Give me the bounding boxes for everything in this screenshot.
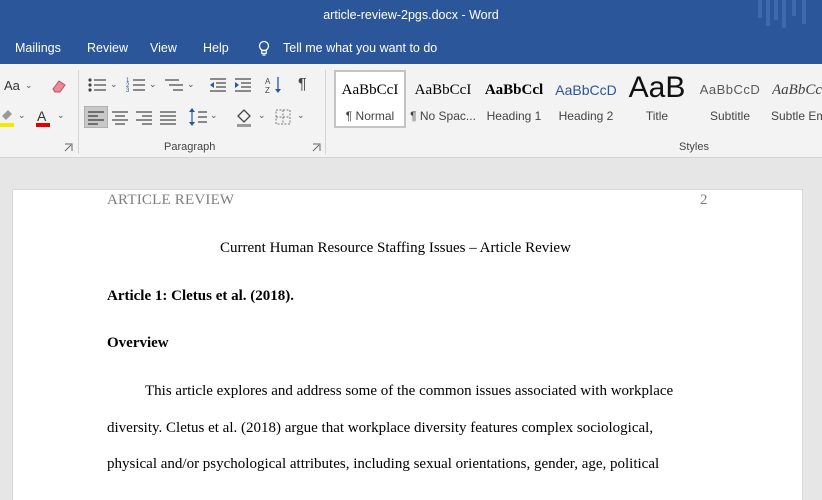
svg-text:Z: Z <box>265 86 270 95</box>
align-center-icon[interactable] <box>110 106 130 128</box>
bullets-icon[interactable] <box>86 76 108 94</box>
justify-icon[interactable] <box>158 106 178 128</box>
style-name: Subtle Em <box>771 109 822 123</box>
style-name: Subtitle <box>709 109 751 123</box>
svg-text:3: 3 <box>126 88 130 94</box>
style-sample: AaBbCcD <box>555 82 617 98</box>
article-heading[interactable]: Article 1: Cletus et al. (2018). <box>107 288 294 305</box>
title-bar: article-review-2pgs.docx - Word <box>0 0 822 32</box>
tab-review[interactable]: Review <box>87 41 128 55</box>
decrease-indent-icon[interactable] <box>208 76 228 94</box>
numbering-icon[interactable]: 123 <box>125 76 147 94</box>
align-right-icon[interactable] <box>134 106 154 128</box>
paragraph-group-label: Paragraph <box>164 141 216 153</box>
style-name: Title <box>645 109 669 123</box>
align-left-icon[interactable] <box>84 106 108 128</box>
style-heading-1[interactable]: AaBbCcl Heading 1 <box>481 70 547 128</box>
chevron-down-icon[interactable]: ⌄ <box>297 110 305 121</box>
font-dialog-launcher-icon[interactable] <box>64 143 73 152</box>
style-name: Heading 2 <box>558 109 614 123</box>
ribbon-tabs: Mailings Review View Help Tell me what y… <box>0 32 822 64</box>
font-color-icon[interactable]: A <box>34 108 52 128</box>
show-formatting-marks-icon[interactable]: ¶ <box>298 76 307 94</box>
body-line[interactable]: physical and/or psychological attributes… <box>107 456 659 473</box>
style-subtitle[interactable]: AaBbCcD Subtitle <box>697 70 763 128</box>
increase-indent-icon[interactable] <box>233 76 253 94</box>
borders-icon[interactable] <box>274 108 292 126</box>
decorative-pattern-icon <box>758 0 806 28</box>
chevron-down-icon[interactable]: ⌄ <box>258 110 266 121</box>
body-line[interactable]: This article explores and address some o… <box>145 383 673 400</box>
multilevel-list-icon[interactable] <box>163 76 185 94</box>
chevron-down-icon[interactable]: ⌄ <box>25 80 33 91</box>
group-separator <box>325 70 326 154</box>
line-spacing-icon[interactable] <box>188 106 208 128</box>
style-title[interactable]: AaB Title <box>624 70 690 128</box>
style-sample: AaB <box>628 71 686 104</box>
style-name: ¶ Normal <box>345 109 395 123</box>
chevron-down-icon[interactable]: ⌄ <box>57 110 65 121</box>
style-sample: AaBbCcI <box>414 82 472 98</box>
page-number: 2 <box>700 192 708 208</box>
chevron-down-icon[interactable]: ⌄ <box>18 110 26 121</box>
style-sample: AaBbCc <box>772 82 822 98</box>
chevron-down-icon[interactable]: ⌄ <box>210 110 218 121</box>
styles-group-label: Styles <box>679 141 709 153</box>
style-no-spacing[interactable]: AaBbCcI ¶ No Spac... <box>408 70 478 128</box>
style-sample: AaBbCcD <box>699 82 761 97</box>
tab-help[interactable]: Help <box>203 41 229 55</box>
style-name: Heading 1 <box>486 109 542 123</box>
running-header: ARTICLE REVIEW <box>107 192 235 208</box>
tab-mailings[interactable]: Mailings <box>15 41 61 55</box>
document-title-line[interactable]: Current Human Resource Staffing Issues –… <box>220 240 571 257</box>
tab-view[interactable]: View <box>150 41 177 55</box>
style-subtle-emphasis[interactable]: AaBbCc Subtle Em <box>768 70 822 128</box>
style-heading-2[interactable]: AaBbCcD Heading 2 <box>552 70 620 128</box>
highlighter-icon[interactable] <box>0 108 16 128</box>
style-normal[interactable]: AaBbCcI ¶ Normal <box>334 70 406 128</box>
chevron-down-icon[interactable]: ⌄ <box>187 79 195 90</box>
group-separator <box>78 70 79 154</box>
document-title: article-review-2pgs.docx - Word <box>323 8 499 22</box>
svg-text:A: A <box>37 108 47 124</box>
paragraph-dialog-launcher-icon[interactable] <box>312 143 321 152</box>
sort-icon[interactable]: A Z <box>264 75 284 95</box>
chevron-down-icon[interactable]: ⌄ <box>110 79 118 90</box>
tell-me-search[interactable]: Tell me what you want to do <box>283 41 437 55</box>
chevron-down-icon[interactable]: ⌄ <box>149 79 157 90</box>
clear-formatting-icon[interactable] <box>50 78 68 94</box>
style-sample: AaBbCcl <box>484 82 544 98</box>
shading-icon[interactable] <box>234 106 254 128</box>
section-heading[interactable]: Overview <box>107 335 169 352</box>
change-case-button[interactable]: Aa <box>4 78 20 93</box>
style-name: ¶ No Spac... <box>410 109 476 123</box>
svg-text:A: A <box>265 77 271 86</box>
style-sample: AaBbCcI <box>341 82 399 98</box>
body-line[interactable]: diversity. Cletus et al. (2018) argue th… <box>107 420 653 437</box>
lightbulb-icon <box>258 40 270 56</box>
